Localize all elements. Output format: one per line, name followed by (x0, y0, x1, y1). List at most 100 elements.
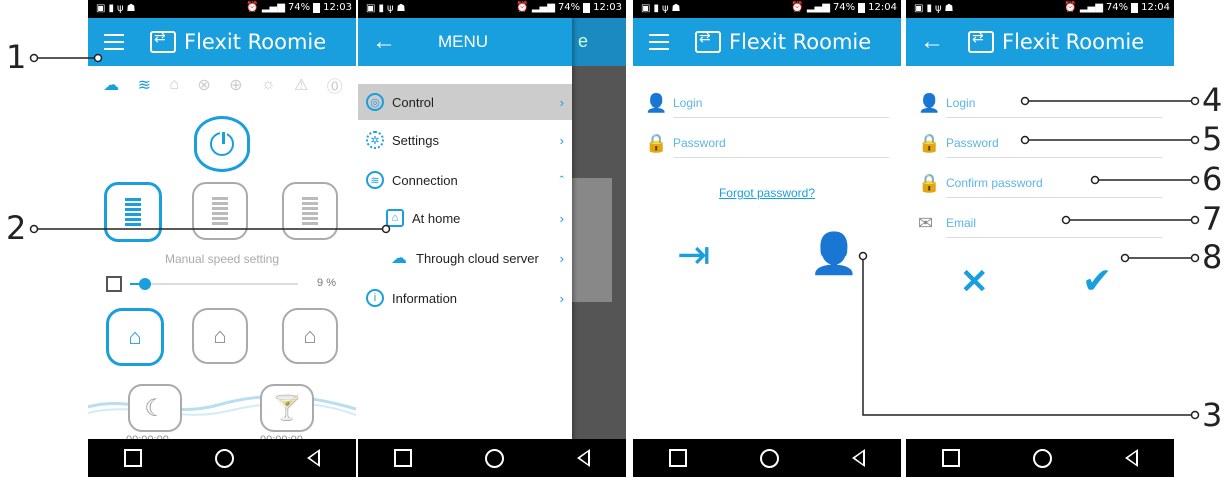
bulb-status-icon: ☼ (260, 76, 276, 93)
password-field[interactable]: 🔒 Password (645, 132, 889, 160)
fan-speed-medium-button[interactable] (192, 182, 248, 240)
back-icon[interactable] (306, 449, 320, 467)
screen-control: ▣▮ψ☗ ⏰ ▂▄▆ 74% 12:03 Flexit Roomie ☁ ≋ ⌂… (88, 0, 356, 477)
login-placeholder: Login (673, 96, 703, 110)
user-icon: 👤 (918, 93, 941, 113)
signal-icon: ▂▄▆ (261, 2, 285, 13)
recents-icon[interactable] (669, 449, 688, 467)
fan-speed-high-button[interactable] (104, 182, 162, 242)
home-mode-button[interactable]: ⌂ (106, 308, 164, 366)
menu-item-connection[interactable]: ≋ Connection ˆ (358, 162, 572, 198)
menu-item-label: Settings (392, 132, 439, 148)
user-icon: 👤 (645, 93, 668, 113)
flexit-logo-icon (695, 30, 721, 53)
email-placeholder: Email (946, 216, 977, 230)
screen-register: ▣▮ψ☗ ⏰ ▂▄▆ 74% 12:04 ← Flexit Roomie 👤 L… (906, 0, 1174, 477)
lock-icon: 🔒 (645, 133, 668, 153)
clock: 12:03 (323, 2, 352, 13)
app-title-text: Flexit Roomie (184, 30, 327, 54)
callout-5: 5 (1202, 120, 1223, 158)
add-user-icon[interactable]: 👤 (809, 230, 859, 277)
chevron-up-icon: ˆ (559, 172, 564, 188)
callout-1: 1 (6, 38, 27, 76)
menu-item-settings[interactable]: ✲ Settings › (358, 122, 572, 158)
recents-icon[interactable] (124, 449, 143, 467)
confirm-password-field[interactable]: 🔒 Confirm password (918, 172, 1162, 200)
night-timer-button[interactable]: ☾ (128, 384, 182, 432)
confirm-check-icon[interactable]: ✔ (1082, 260, 1112, 302)
envelope-icon: ✉ (918, 213, 934, 233)
flexit-logo-icon (150, 30, 176, 53)
home-icon[interactable] (214, 448, 234, 468)
menu-item-through-cloud-server[interactable]: ☁ Through cloud server › (358, 240, 572, 276)
login-field[interactable]: 👤 Login (645, 92, 889, 120)
home-icon[interactable] (484, 448, 504, 468)
wifi-icon: ≋ (137, 77, 151, 94)
battery-icon (313, 2, 321, 13)
power-button[interactable] (194, 116, 250, 172)
notification-icons: ▣▮ψ☗ (96, 3, 139, 14)
app-bar: Flexit Roomie (633, 18, 901, 66)
home-icon[interactable] (759, 448, 779, 468)
menu-item-control[interactable]: ◎ Control › (358, 84, 572, 120)
fan-speed-low-button[interactable] (282, 182, 338, 240)
hamburger-menu-icon[interactable] (104, 34, 124, 50)
recents-icon[interactable] (394, 449, 413, 467)
slider-thumb[interactable] (139, 278, 152, 290)
email-field[interactable]: ✉ Email (918, 212, 1162, 240)
high-mode-button[interactable]: ⌂ (282, 308, 338, 364)
recents-icon[interactable] (942, 449, 961, 467)
signal-icon: ▂▄▆ (531, 2, 555, 13)
app-title: Flexit Roomie (695, 30, 871, 54)
underline (673, 117, 889, 118)
underline (673, 157, 889, 158)
back-icon[interactable] (1124, 449, 1138, 467)
battery-percent: 74% (832, 2, 856, 13)
underline (946, 237, 1162, 238)
login-field[interactable]: 👤 Login (918, 92, 1162, 120)
battery-icon (858, 2, 866, 13)
menu-item-at-home[interactable]: ⌂ At home › (358, 200, 572, 236)
android-nav-bar (906, 439, 1174, 477)
android-nav-bar (358, 439, 626, 477)
hamburger-menu-icon[interactable] (649, 34, 669, 50)
dimmed-background[interactable] (572, 66, 626, 439)
manual-speed-checkbox[interactable] (106, 276, 122, 292)
fan-bars-icon (125, 198, 141, 226)
speed-slider[interactable] (130, 278, 298, 290)
menu-item-information[interactable]: i Information › (358, 280, 572, 316)
status-right: ⏰ ▂▄▆ 74% 12:03 (246, 2, 352, 13)
sign-in-icon[interactable]: ⇥ (677, 232, 711, 278)
chevron-right-icon: › (559, 250, 564, 266)
speed-percent: 9 % (317, 277, 336, 289)
home-icon[interactable] (1032, 448, 1052, 468)
back-icon[interactable] (576, 449, 590, 467)
back-arrow-icon[interactable]: ← (920, 28, 944, 56)
drawer-header: ← MENU (358, 18, 572, 66)
cloud-icon: ☁ (103, 77, 120, 94)
battery-icon (583, 2, 591, 13)
back-arrow-icon[interactable]: ← (372, 28, 396, 56)
callout-7: 7 (1202, 200, 1223, 238)
callout-3: 3 (1202, 396, 1223, 434)
underline (946, 117, 1162, 118)
forgot-password-link[interactable]: Forgot password? (633, 186, 901, 200)
password-field[interactable]: 🔒 Password (918, 132, 1162, 160)
away-mode-button[interactable]: ⌂ (192, 308, 248, 364)
battery-percent: 74% (557, 2, 581, 13)
menu-item-label: Connection (392, 172, 458, 188)
fan-bars-icon (302, 197, 318, 225)
wifi-icon: ≋ (366, 171, 384, 189)
callout-4: 4 (1202, 81, 1223, 119)
back-icon[interactable] (851, 449, 865, 467)
fan-status-icon: ⊗ (197, 77, 211, 94)
notification-icons: ▣▮ψ☗ (641, 3, 684, 14)
status-right: ⏰ ▂▄▆ 74% 12:03 (516, 2, 622, 13)
status-bar: ▣▮ψ☗ ⏰ ▂▄▆ 74% 12:04 (633, 0, 901, 18)
screen-menu: ▣▮ψ☗ ⏰ ▂▄▆ 74% 12:03 e ← MENU ◎ Control … (358, 0, 626, 477)
clock: 12:03 (593, 2, 622, 13)
cancel-x-icon[interactable]: ✕ (960, 262, 989, 302)
control-icon: ◎ (366, 93, 384, 111)
device-status-icons: ☁ ≋ ⌂ ⊗ ⊕ ☼ ⚠ ⓪ (94, 70, 352, 100)
party-timer-button[interactable]: 🍸 (260, 384, 314, 432)
